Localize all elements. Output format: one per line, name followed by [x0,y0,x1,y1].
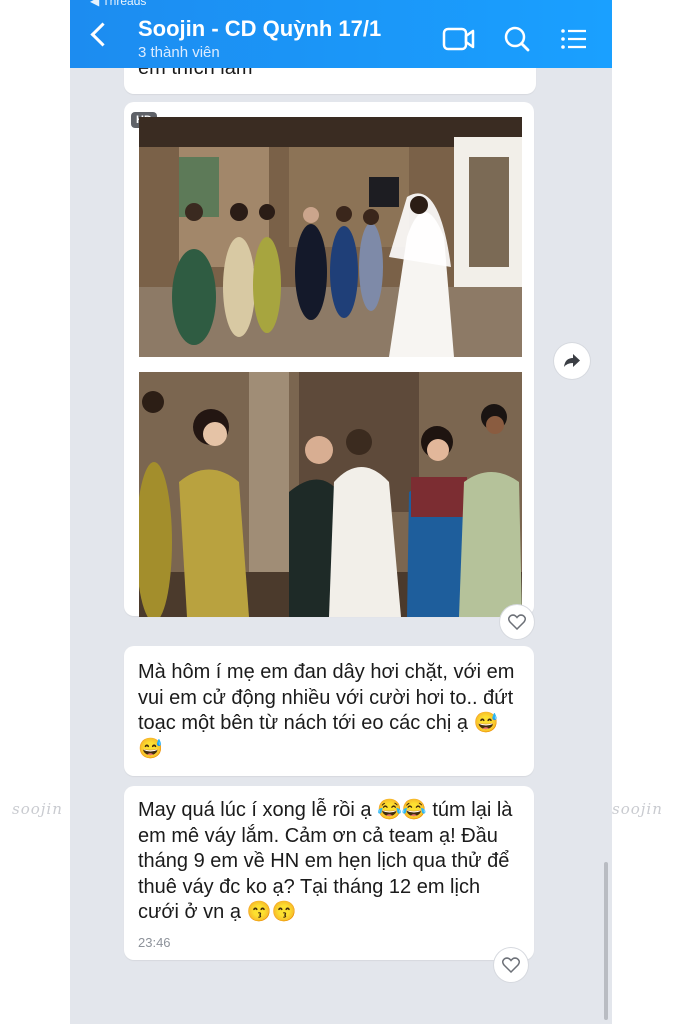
back-icon[interactable] [90,22,115,47]
chat-title[interactable]: Soojin - CD Quỳnh 17/1 [138,16,381,42]
back-to-app-label[interactable]: ◀ Threads [90,0,146,8]
chat-header: ◀ Threads Soojin - CD Quỳnh 17/1 3 thành… [70,0,612,68]
react-heart-button-message[interactable] [494,948,528,982]
photo-1-image [139,117,522,357]
photo-2-image [139,372,522,617]
message-bubble: Mà hôm í mẹ em đan dây hơi chặt, với em … [124,646,534,776]
message-text: Mà hôm í mẹ em đan dây hơi chặt, với em … [138,661,515,760]
forward-arrow-icon [564,354,580,367]
share-forward-button[interactable] [554,343,590,379]
heart-icon [508,614,526,630]
chat-screen: em thích lắm HD [70,0,612,1024]
scrollbar[interactable] [604,862,608,1020]
react-heart-button-image[interactable] [500,605,534,639]
bride-photo-1[interactable] [139,117,522,357]
heart-icon [502,957,520,973]
watermark-right: soojin [612,800,663,818]
bride-photo-2[interactable] [139,372,522,617]
watermark-left: soojin [12,800,63,818]
member-count[interactable]: 3 thành viên [138,44,220,61]
message-time: 23:46 [138,935,171,950]
search-icon[interactable] [500,24,534,54]
message-text: May quá lúc í xong lễ rồi ạ 😂😂 túm lại l… [138,799,513,923]
menu-list-icon[interactable] [558,24,592,54]
video-call-icon[interactable] [442,24,476,54]
message-bubble: May quá lúc í xong lễ rồi ạ 😂😂 túm lại l… [124,786,534,960]
